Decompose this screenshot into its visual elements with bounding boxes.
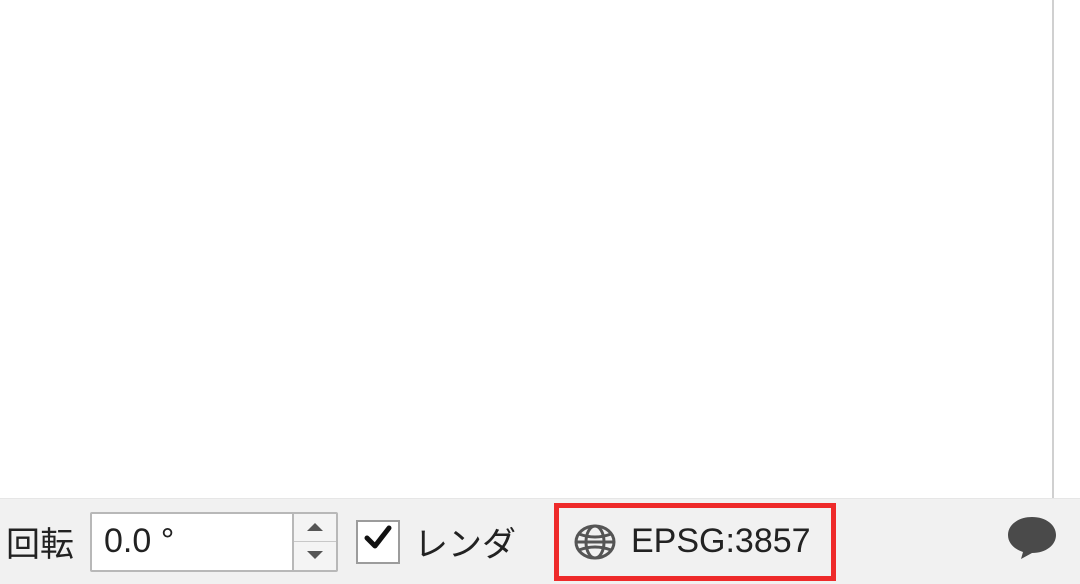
crs-label: EPSG:3857 <box>631 522 811 561</box>
render-toggle: レンダ <box>356 517 516 566</box>
spinbox-buttons <box>292 514 336 570</box>
globe-icon <box>573 520 617 564</box>
crs-selector-button[interactable]: EPSG:3857 <box>554 503 836 581</box>
rotation-input[interactable] <box>92 514 292 570</box>
speech-bubble-icon <box>1004 513 1060 570</box>
map-canvas[interactable] <box>0 0 1054 498</box>
rotation-spinbox[interactable] <box>90 512 338 572</box>
chevron-up-icon <box>306 520 324 535</box>
rotation-control: 回転 <box>6 512 338 572</box>
rotation-step-up[interactable] <box>294 514 336 543</box>
rotation-label: 回転 <box>6 517 74 566</box>
status-bar: 回転 <box>0 498 1080 584</box>
messages-button[interactable] <box>998 513 1066 570</box>
rotation-step-down[interactable] <box>294 542 336 570</box>
app-window: 回転 <box>0 0 1080 584</box>
chevron-down-icon <box>306 548 324 563</box>
checkmark-icon <box>363 522 393 561</box>
render-label: レンダ <box>414 517 516 566</box>
render-checkbox[interactable] <box>356 520 400 564</box>
